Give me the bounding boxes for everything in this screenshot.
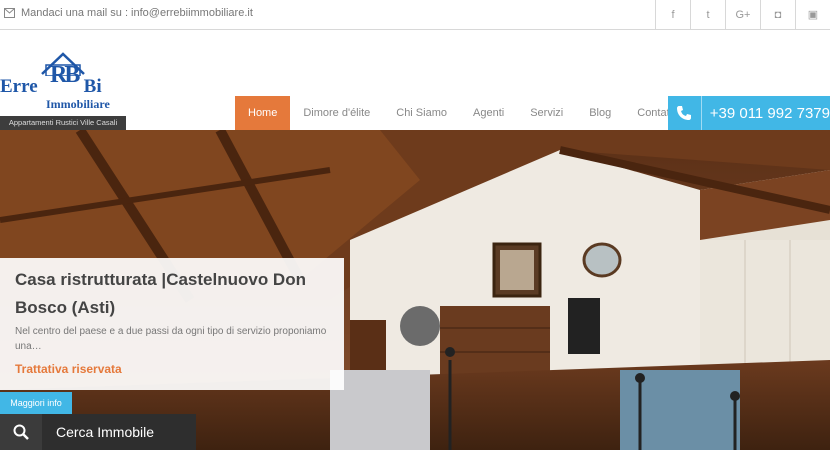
twitter-icon[interactable]: t	[690, 0, 725, 29]
property-price: Trattativa riservata	[15, 362, 122, 376]
google-plus-icon[interactable]: G+	[725, 0, 760, 29]
top-bar: Mandaci una mail su : info@errebiimmobil…	[0, 0, 830, 30]
mail-info[interactable]: Mandaci una mail su : info@errebiimmobil…	[4, 7, 253, 19]
phone-bar[interactable]: +39 011 992 7379	[668, 96, 830, 130]
nav-item-servizi[interactable]: Servizi	[517, 96, 576, 130]
search-property-button[interactable]: Cerca Immobile	[0, 414, 196, 450]
nav-item-blog[interactable]: Blog	[576, 96, 624, 130]
search-label: Cerca Immobile	[56, 424, 155, 440]
social-links: f t G+ ◘ ▣	[655, 0, 830, 29]
hero-slider: Casa ristrutturata |Castelnuovo Don Bosc…	[0, 130, 830, 450]
envelope-icon	[4, 8, 15, 18]
logo-monogram: RB	[50, 62, 80, 88]
main-nav: Home Dimore d'élite Chi Siamo Agenti Ser…	[235, 96, 688, 130]
logo-tagline: Appartamenti Rustici Ville Casali	[0, 116, 126, 130]
more-info-button[interactable]: Maggiori info	[0, 392, 72, 414]
phone-icon	[668, 96, 702, 130]
property-title[interactable]: Casa ristrutturata |Castelnuovo Don Bosc…	[15, 266, 335, 322]
search-icon	[0, 414, 42, 450]
mail-text: Mandaci una mail su : info@errebiimmobil…	[21, 7, 253, 19]
property-description: Nel centro del paese e a due passi da og…	[15, 326, 327, 352]
site-logo[interactable]: Erre Bi RB Immobiliare Appartamenti Rusti…	[0, 52, 126, 130]
nav-item-home[interactable]: Home	[235, 96, 291, 130]
phone-number: +39 011 992 7379	[709, 104, 830, 122]
instagram-icon[interactable]: ◘	[760, 0, 795, 29]
calendar-icon[interactable]: ▣	[795, 0, 830, 29]
nav-item-dimore[interactable]: Dimore d'élite	[290, 96, 383, 130]
page-bottom-strip	[0, 450, 830, 460]
featured-property-card: Casa ristrutturata |Castelnuovo Don Bosc…	[0, 258, 344, 390]
facebook-icon[interactable]: f	[655, 0, 690, 29]
nav-item-chi-siamo[interactable]: Chi Siamo	[383, 96, 460, 130]
nav-item-agenti[interactable]: Agenti	[460, 96, 517, 130]
site-header: Erre Bi RB Immobiliare Appartamenti Rusti…	[0, 30, 830, 130]
logo-subtitle: Immobiliare	[46, 97, 110, 111]
